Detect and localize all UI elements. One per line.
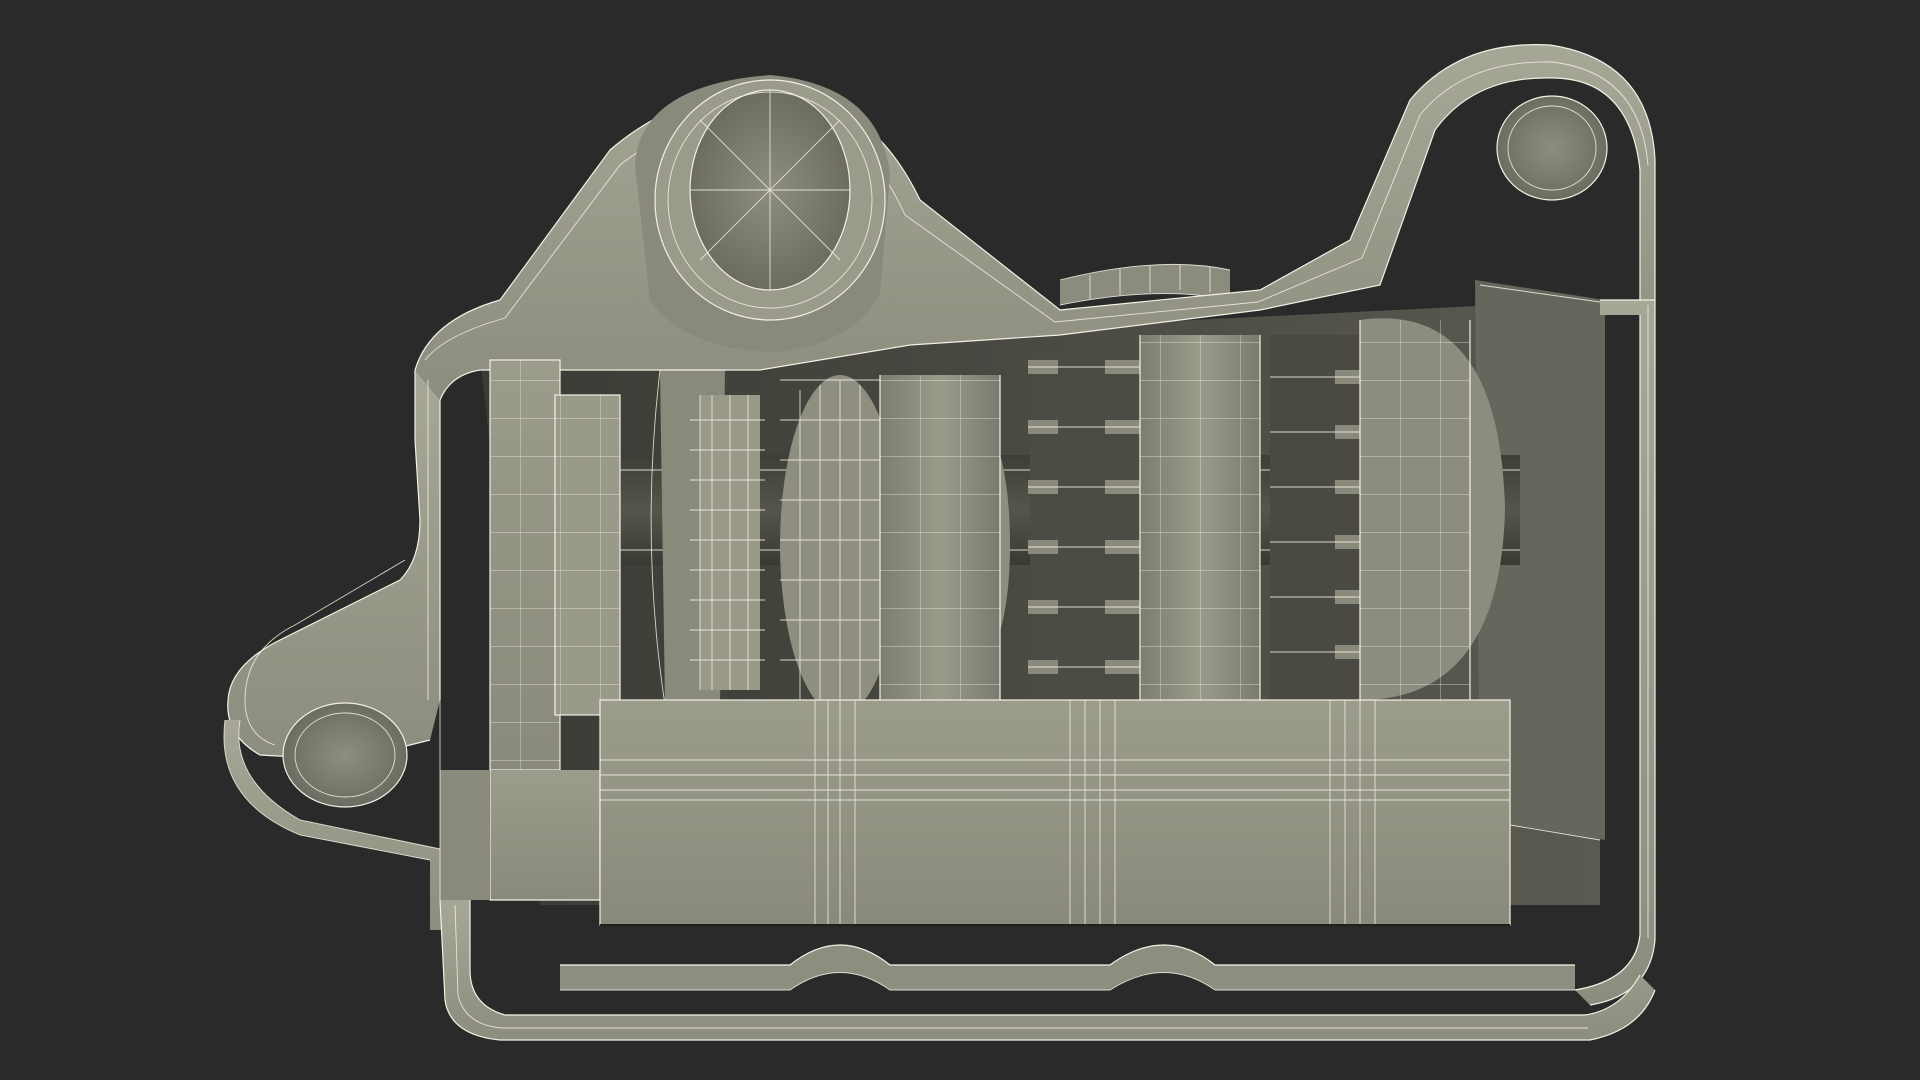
render-viewport <box>0 0 1920 1080</box>
left-inner-edge <box>439 700 490 900</box>
drum-2 <box>1139 335 1261 710</box>
front-panel <box>599 699 1511 926</box>
top-boss <box>635 75 890 352</box>
gear-small-left <box>650 369 765 706</box>
drum-1 <box>879 375 1010 710</box>
gearbox-wireframe-render <box>223 44 1656 1041</box>
pinned-hub-1 <box>1028 350 1150 710</box>
